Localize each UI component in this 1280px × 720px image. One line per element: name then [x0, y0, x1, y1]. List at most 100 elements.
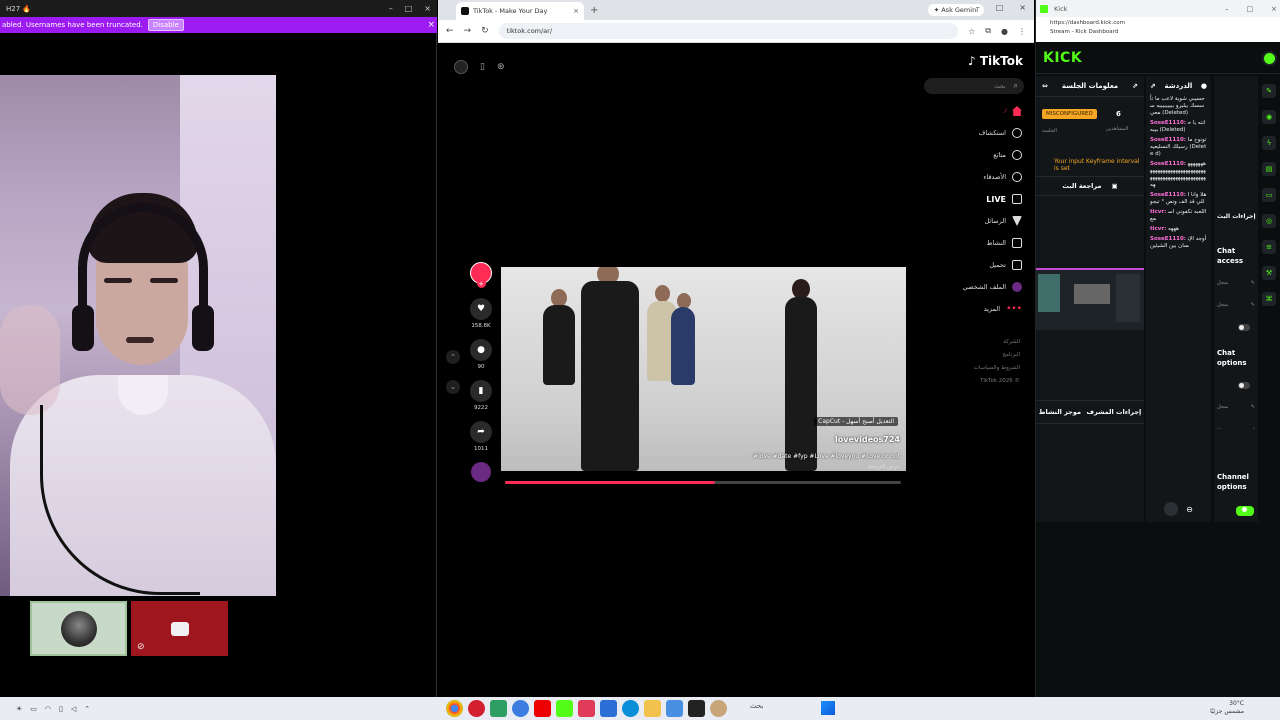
battery-icon[interactable]: ▯: [59, 705, 63, 713]
expand-icon[interactable]: ⇗: [1132, 82, 1138, 90]
nav-item-upload[interactable]: تحميل: [989, 260, 1022, 270]
maximize-icon[interactable]: □: [1247, 5, 1254, 13]
comment-icon[interactable]: ●: [470, 339, 492, 361]
settings-icon[interactable]: ⊛: [497, 62, 505, 72]
like-heart-icon[interactable]: ♥: [470, 298, 492, 320]
youtube-icon[interactable]: [534, 700, 551, 717]
bookmark-star-icon[interactable]: ☆: [968, 27, 975, 36]
app-dark-icon[interactable]: [688, 700, 705, 717]
new-tab-button[interactable]: +: [590, 5, 598, 16]
chat-options-row[interactable]: سجل ✎: [1217, 404, 1255, 410]
reload-icon[interactable]: ↻: [481, 26, 489, 36]
close-icon[interactable]: ×: [424, 4, 431, 13]
close-icon[interactable]: ×: [1271, 5, 1277, 13]
nav-item-activity[interactable]: النشاط: [986, 238, 1022, 248]
chat-popout-icon[interactable]: ⇗: [1150, 82, 1156, 90]
edge-icon[interactable]: [622, 700, 639, 717]
nav-item-more[interactable]: المزيد •••: [984, 304, 1022, 314]
avatar[interactable]: [1262, 51, 1277, 66]
wrench-icon[interactable]: ⚒: [1262, 266, 1276, 280]
stream-review-header[interactable]: مراجعة البث ▣: [1036, 176, 1144, 196]
kick-url-bar[interactable]: https://dashboard.kick.com Stream - Kick…: [1036, 17, 1280, 42]
emote-icon[interactable]: [1164, 502, 1179, 516]
url-field[interactable]: tiktok.com/ar/: [498, 23, 959, 39]
banner-close-icon[interactable]: ×: [427, 20, 435, 30]
nav-item-friends[interactable]: الأصدقاء: [983, 172, 1022, 182]
app-red-icon[interactable]: [468, 700, 485, 717]
stream-preview[interactable]: [1036, 268, 1144, 330]
lightning-icon[interactable]: ϟ: [1262, 136, 1276, 150]
chat-access-toggle[interactable]: [1238, 324, 1250, 331]
kick-logo[interactable]: KICK: [1043, 50, 1082, 66]
list-icon[interactable]: ≡: [1262, 240, 1276, 254]
video-progress-bar[interactable]: [505, 481, 901, 484]
app-avatar-icon[interactable]: [710, 700, 727, 717]
nav-item-home[interactable]: ⁄: [1005, 106, 1022, 116]
nav-item-live[interactable]: LIVE: [986, 194, 1022, 204]
next-video-icon[interactable]: ⌄: [446, 380, 460, 394]
phone-icon[interactable]: ▯: [480, 62, 485, 72]
bookmark-icon[interactable]: ▮: [470, 380, 492, 402]
tiktok-search-input[interactable]: بحث ⌕: [924, 78, 1024, 94]
camera-off-thumbnail[interactable]: ⊘: [131, 601, 228, 656]
participant-thumbnail[interactable]: [30, 601, 127, 656]
tiktok-logo[interactable]: ♪ TikTok: [968, 54, 1023, 68]
windows-start-icon[interactable]: [821, 701, 835, 715]
audio-icon[interactable]: ◎: [1262, 214, 1276, 228]
menu-icon[interactable]: ⋮: [1018, 27, 1026, 36]
follow-plus-icon[interactable]: +: [476, 279, 486, 288]
profile-icon[interactable]: ●: [1001, 27, 1008, 36]
app-pink-icon[interactable]: [578, 700, 595, 717]
app-blue-icon[interactable]: [512, 700, 529, 717]
collapse-icon[interactable]: ⇔: [1042, 82, 1048, 90]
nav-item-explore[interactable]: استكشاف: [979, 128, 1022, 138]
app-green-icon[interactable]: [490, 700, 507, 717]
maximize-icon[interactable]: □: [996, 3, 1004, 12]
tray-expand-icon[interactable]: ⌃: [84, 705, 90, 713]
capcut-badge[interactable]: CapCut - التعديل أصبح أسهل: [814, 417, 898, 426]
record-icon[interactable]: [454, 60, 468, 74]
share-arrow-icon[interactable]: ➦: [470, 421, 492, 443]
nav-item-messages[interactable]: الرسائل: [984, 216, 1022, 226]
file-explorer-icon[interactable]: [644, 700, 661, 717]
minimize-icon[interactable]: –: [389, 4, 393, 13]
taskbar-search[interactable]: بحث: [750, 702, 763, 710]
edit-icon[interactable]: ✎: [1262, 84, 1276, 98]
wifi-icon[interactable]: ◠: [45, 705, 51, 713]
chat-settings-icon[interactable]: ⊖: [1186, 505, 1193, 514]
tab-close-icon[interactable]: ×: [573, 7, 579, 15]
music-disc-icon[interactable]: [471, 462, 491, 482]
chat-bubble-icon[interactable]: ▭: [1262, 188, 1276, 202]
forward-icon[interactable]: →: [464, 26, 472, 36]
disable-button[interactable]: Disable: [147, 19, 184, 31]
chat-options-row[interactable]: ⋯ ›: [1217, 426, 1255, 432]
minimize-icon[interactable]: –: [1225, 5, 1229, 13]
mod-activity-tab[interactable]: موجز النشاط: [1039, 408, 1081, 416]
see-translation-link[interactable]: عرض الترجمة: [868, 464, 900, 470]
tab-tiktok[interactable]: TikTok - Make Your Day ×: [456, 2, 584, 20]
nav-item-profile[interactable]: الملف الشخصي: [963, 282, 1022, 292]
chat-access-row[interactable]: سجل ✎: [1217, 280, 1255, 286]
footer-company-link[interactable]: الشركة: [974, 336, 1020, 349]
video-author[interactable]: lovevideos724: [835, 435, 900, 444]
footer-terms-link[interactable]: الشروط والسياسات: [974, 362, 1020, 375]
chat-options-toggle[interactable]: [1238, 382, 1250, 389]
app-blue2-icon[interactable]: [600, 700, 617, 717]
chat-access-row[interactable]: سجل ✎: [1217, 302, 1255, 308]
minimize-icon[interactable]: –: [976, 3, 980, 12]
volume-icon[interactable]: ◁: [71, 705, 76, 713]
back-icon[interactable]: ←: [446, 26, 454, 36]
taskbar-weather[interactable]: 30°C مشمس جزئيًا: [1210, 700, 1244, 716]
chrome-icon[interactable]: [446, 700, 463, 717]
video-player[interactable]: CapCut - التعديل أصبح أسهل lovevideos724…: [501, 267, 906, 471]
camera-icon[interactable]: ◉: [1262, 110, 1276, 124]
mod-actions-tab[interactable]: إجراءات المشرف: [1086, 408, 1141, 416]
footer-program-link[interactable]: البرنامج: [974, 349, 1020, 362]
nav-item-following[interactable]: متابَع: [993, 150, 1022, 160]
close-icon[interactable]: ×: [1019, 3, 1026, 12]
notes-icon[interactable]: ▤: [1262, 162, 1276, 176]
network-icon[interactable]: ⌘: [1262, 292, 1276, 306]
kick-icon[interactable]: [556, 700, 573, 717]
weather-icon[interactable]: ☀: [16, 705, 22, 713]
previous-video-icon[interactable]: ⌃: [446, 350, 460, 364]
